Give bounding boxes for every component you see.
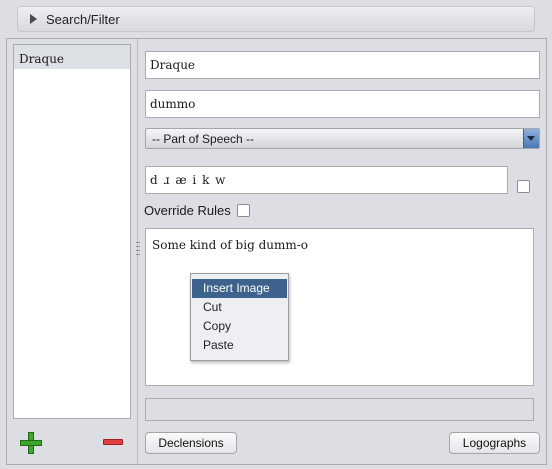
- splitter-grip-icon[interactable]: [136, 240, 140, 258]
- status-field: [145, 398, 534, 421]
- chevron-down-icon[interactable]: [523, 129, 539, 148]
- conword-input[interactable]: Draque: [145, 51, 540, 79]
- logographs-button[interactable]: Logographs: [449, 432, 540, 454]
- list-item[interactable]: Draque: [14, 45, 130, 69]
- search-filter-label: Search/Filter: [46, 12, 120, 27]
- declensions-button[interactable]: Declensions: [145, 432, 237, 454]
- pronunciation-override-checkbox[interactable]: [517, 180, 530, 193]
- add-word-button[interactable]: [20, 432, 42, 454]
- override-rules-checkbox[interactable]: [237, 204, 250, 217]
- local-word-input[interactable]: dummo: [145, 90, 540, 118]
- part-of-speech-select[interactable]: -- Part of Speech --: [145, 128, 540, 149]
- search-filter-toggle[interactable]: Search/Filter: [17, 6, 535, 32]
- definition-text: Some kind of big dumm-o: [152, 238, 309, 252]
- override-rules-label: Override Rules: [144, 203, 231, 218]
- word-list[interactable]: Draque: [13, 44, 131, 419]
- expand-triangle-icon: [30, 14, 37, 24]
- menu-item-insert-image[interactable]: Insert Image: [192, 279, 287, 298]
- pronunciation-input[interactable]: d ɹ æ i k w: [145, 166, 508, 194]
- delete-word-button[interactable]: [103, 439, 123, 445]
- context-menu: Insert Image Cut Copy Paste: [190, 273, 289, 361]
- menu-item-cut[interactable]: Cut: [191, 298, 288, 317]
- menu-item-copy[interactable]: Copy: [191, 317, 288, 336]
- part-of-speech-value: -- Part of Speech --: [152, 132, 255, 146]
- menu-item-paste[interactable]: Paste: [191, 336, 288, 355]
